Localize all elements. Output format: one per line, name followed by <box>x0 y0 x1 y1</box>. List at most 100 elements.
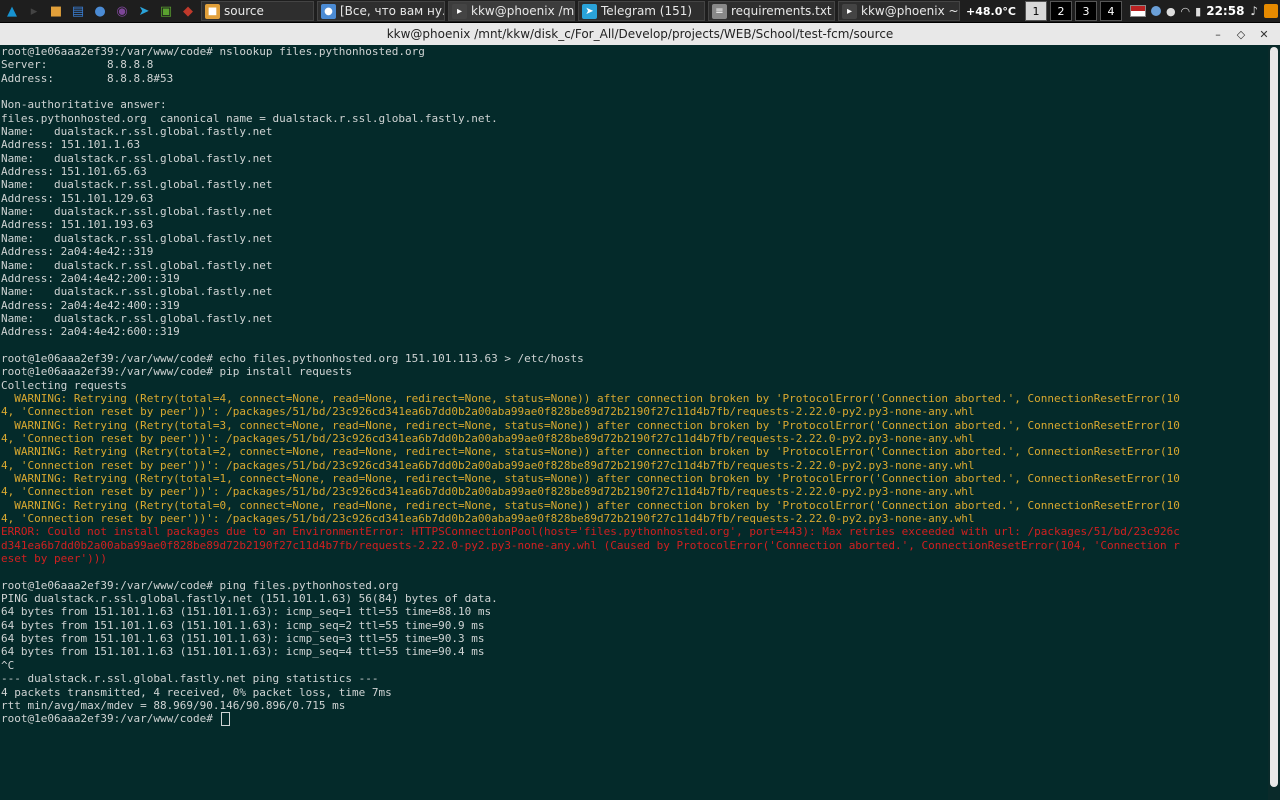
folder-icon: ■ <box>205 3 220 19</box>
terminal-line: Address: 8.8.8.8#53 <box>1 71 174 85</box>
us-flag-icon[interactable] <box>1129 5 1146 17</box>
close-button[interactable]: ✕ <box>1256 26 1272 42</box>
terminal-line: WARNING: Retrying (Retry(total=1, connec… <box>1 472 1180 485</box>
minimize-button[interactable]: – <box>1210 26 1226 42</box>
scrollbar-thumb[interactable] <box>1270 47 1278 787</box>
window-title: kkw@phoenix /mnt/kkw/disk_c/For_All/Deve… <box>386 27 894 41</box>
workspace-button[interactable]: 4 <box>1099 1 1122 21</box>
terminal-output[interactable]: root@1e06aaa2ef39:/var/www/code# nslooku… <box>0 45 1268 800</box>
terminal-line: Non-authoritative answer: <box>1 98 167 112</box>
terminal-prompt-line[interactable]: root@1e06aaa2ef39:/var/www/code# <box>1 712 1268 727</box>
terminal-line: WARNING: Retrying (Retry(total=3, connec… <box>1 418 1180 432</box>
telegram-icon[interactable]: ➤ <box>134 1 154 21</box>
taskbar-item[interactable]: ■ source <box>201 1 314 21</box>
app-menu-icon[interactable] <box>1264 4 1279 18</box>
battery-icon[interactable]: ▮ <box>1195 5 1201 18</box>
terminal-line: Name: dualstack.r.ssl.global.fastly.net <box>1 311 273 325</box>
chromium-icon[interactable]: ● <box>90 1 110 21</box>
music-icon[interactable]: ♪ <box>1250 4 1258 18</box>
taskbar-item[interactable]: ➤ Telegram (151) <box>578 1 705 21</box>
terminal-line: Address: 151.101.129.63 <box>1 191 154 205</box>
chromium-icon: ● <box>321 3 336 19</box>
system-tray: ● ◠ ▮ <box>1129 5 1206 18</box>
taskbar-item[interactable]: ▸ kkw@phoenix /m... <box>448 1 575 21</box>
workspace-button[interactable]: 3 <box>1074 1 1097 21</box>
terminal-line: 4, 'Connection reset by peer'))': /packa… <box>1 405 975 419</box>
text-editor-icon: ≡ <box>712 3 727 19</box>
terminal-line: root@1e06aaa2ef39:/var/www/code# ping fi… <box>1 578 399 592</box>
wifi-icon[interactable]: ◠ <box>1181 5 1191 18</box>
taskbar-item-label: kkw@phoenix /m... <box>471 4 575 18</box>
terminal-cursor <box>220 712 230 727</box>
screenshot-icon[interactable]: ▣ <box>156 1 176 21</box>
app-icon[interactable]: ◆ <box>178 1 198 21</box>
chromium-tray-icon[interactable] <box>1150 6 1161 16</box>
workspace-button[interactable]: 2 <box>1049 1 1072 21</box>
terminal-line: d341ea6b7dd0b2a00aba99ae0f828be89d72b219… <box>1 538 1180 552</box>
terminal-line: Name: dualstack.r.ssl.global.fastly.net <box>1 178 273 192</box>
terminal-line: Address: 2a04:4e42:400::319 <box>1 298 180 312</box>
terminal-line: 64 bytes from 151.101.1.63 (151.101.1.63… <box>1 618 485 632</box>
terminal-scrollbar[interactable] <box>1268 45 1280 800</box>
arch-logo-icon[interactable]: ▲ <box>2 1 22 21</box>
cpu-temperature: +48.0°C <box>966 4 1016 18</box>
terminal-line: 4, 'Connection reset by peer'))': /packa… <box>1 458 975 472</box>
terminal-line: 64 bytes from 151.101.1.63 (151.101.1.63… <box>1 605 492 619</box>
tor-icon[interactable]: ◉ <box>112 1 132 21</box>
terminal-line: files.pythonhosted.org canonical name = … <box>1 111 498 125</box>
terminal-line: rtt min/avg/max/mdev = 88.969/90.146/90.… <box>1 698 346 712</box>
terminal-line: Name: dualstack.r.ssl.global.fastly.net <box>1 258 273 272</box>
terminal-line: Name: dualstack.r.ssl.global.fastly.net <box>1 285 273 299</box>
telegram-icon: ➤ <box>582 3 597 19</box>
taskbar-item[interactable]: ▸ kkw@phoenix ~ <box>838 1 960 21</box>
terminal-line: WARNING: Retrying (Retry(total=2, connec… <box>1 445 1180 459</box>
terminal-line: 64 bytes from 151.101.1.63 (151.101.1.63… <box>1 645 485 659</box>
clock[interactable]: 22:58 <box>1206 4 1244 18</box>
terminal-line: 4, 'Connection reset by peer'))': /packa… <box>1 485 975 499</box>
terminal-line: Name: dualstack.r.ssl.global.fastly.net <box>1 231 273 245</box>
terminal-line: Address: 151.101.193.63 <box>1 218 154 232</box>
taskbar-item[interactable]: ≡ requirements.txt ... <box>708 1 835 21</box>
window-titlebar[interactable]: kkw@phoenix /mnt/kkw/disk_c/For_All/Deve… <box>0 23 1280 46</box>
terminal-icon[interactable]: ▸ <box>24 1 44 21</box>
files-icon[interactable]: ▤ <box>68 1 88 21</box>
folder-icon[interactable]: ■ <box>46 1 66 21</box>
taskbar: ■ source ● [Все, что вам ну... ▸ kkw@phoenix … <box>198 1 960 21</box>
taskbar-item[interactable]: ● [Все, что вам ну... <box>317 1 445 21</box>
maximize-button[interactable]: ◇ <box>1233 26 1249 42</box>
terminal-line: root@1e06aaa2ef39:/var/www/code# nslooku… <box>1 45 425 58</box>
terminal-line: Address: 2a04:4e42:200::319 <box>1 271 180 285</box>
terminal-line: eset by peer'))) <box>1 552 107 566</box>
terminal-line: 4, 'Connection reset by peer'))': /packa… <box>1 431 975 445</box>
terminal-line: Name: dualstack.r.ssl.global.fastly.net <box>1 125 273 139</box>
terminal-line: 4 packets transmitted, 4 received, 0% pa… <box>1 685 392 699</box>
terminal-icon: ▸ <box>452 3 467 19</box>
taskbar-item-label: [Все, что вам ну... <box>340 4 445 18</box>
user-icon[interactable]: ● <box>1166 5 1176 18</box>
top-panel: ▲ ▸ ■ ▤ ● ◉ ➤ ▣ ◆ ■ source ● [Все, что вам ну... ▸ kk… <box>0 0 1280 23</box>
taskbar-item-label: kkw@phoenix ~ <box>861 4 959 18</box>
terminal-line: Address: 2a04:4e42:600::319 <box>1 325 180 339</box>
terminal-line: PING dualstack.r.ssl.global.fastly.net (… <box>1 592 498 606</box>
workspace-switcher: 1234 <box>1022 1 1122 21</box>
workspace-button[interactable]: 1 <box>1024 1 1047 21</box>
terminal-line: Address: 151.101.65.63 <box>1 165 147 179</box>
terminal-line: --- dualstack.r.ssl.global.fastly.net pi… <box>1 672 379 686</box>
taskbar-item-label: source <box>224 4 264 18</box>
terminal-line: WARNING: Retrying (Retry(total=4, connec… <box>1 391 1180 405</box>
terminal-line: 4, 'Connection reset by peer'))': /packa… <box>1 512 975 526</box>
taskbar-item-label: requirements.txt ... <box>731 4 834 18</box>
taskbar-item-label: Telegram (151) <box>601 4 693 18</box>
terminal-line: ERROR: Could not install packages due to… <box>1 525 1180 539</box>
terminal-line: root@1e06aaa2ef39:/var/www/code# echo fi… <box>1 351 584 365</box>
launcher-bar: ▲ ▸ ■ ▤ ● ◉ ➤ ▣ ◆ <box>0 1 198 21</box>
terminal-line: Collecting requests <box>1 378 127 392</box>
terminal-line: ^C <box>1 658 15 672</box>
terminal-prompt: root@1e06aaa2ef39:/var/www/code# <box>1 712 220 726</box>
terminal-line: Address: 151.101.1.63 <box>1 138 141 152</box>
terminal-line: Name: dualstack.r.ssl.global.fastly.net <box>1 205 273 219</box>
terminal-line: WARNING: Retrying (Retry(total=0, connec… <box>1 498 1180 512</box>
